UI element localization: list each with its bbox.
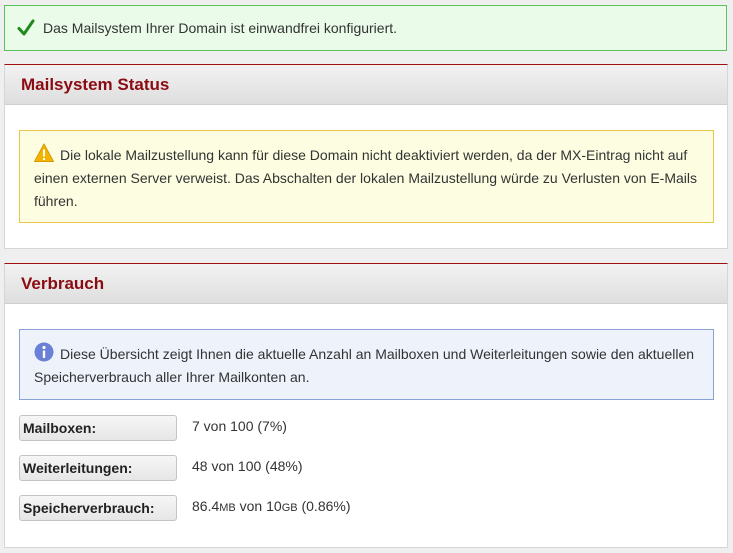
warning-box: Die lokale Mailzustellung kann für diese… (19, 130, 714, 223)
usage-row-mailboxes: Mailboxen: 7 von 100 (7%) (19, 415, 287, 441)
usage-row-storage: Speicherverbrauch: 86.4MB von 10GB (0.86… (19, 495, 351, 521)
usage-panel-title: Verbrauch (21, 273, 105, 293)
storage-value: 86.4MB von 10GB (0.86%) (192, 498, 351, 514)
success-message: Das Mailsystem Ihrer Domain ist einwandf… (43, 20, 398, 36)
success-banner: Das Mailsystem Ihrer Domain ist einwandf… (4, 5, 727, 51)
warning-triangle-icon (34, 143, 54, 162)
info-circle-icon (34, 342, 54, 362)
info-text: Diese Übersicht zeigt Ihnen die aktuelle… (34, 346, 695, 385)
storage-total: von 10 (235, 498, 282, 514)
check-icon (17, 19, 35, 36)
mailboxes-value: 7 von 100 (7%) (192, 418, 287, 434)
forwardings-value: 48 von 100 (48%) (192, 458, 303, 474)
storage-total-unit: GB (281, 502, 298, 514)
storage-used: 86.4 (192, 498, 220, 514)
status-panel-header: Mailsystem Status (5, 65, 727, 105)
storage-label: Speicherverbrauch: (19, 495, 177, 521)
info-box: Diese Übersicht zeigt Ihnen die aktuelle… (19, 329, 714, 400)
usage-row-forwardings: Weiterleitungen: 48 von 100 (48%) (19, 455, 303, 481)
storage-percent: (0.86%) (297, 498, 351, 514)
usage-panel-header: Verbrauch (5, 264, 727, 304)
status-panel-title: Mailsystem Status (21, 74, 170, 94)
status-panel: Mailsystem Status Die lokale Mailzustell… (4, 64, 728, 249)
storage-used-unit: MB (219, 502, 236, 514)
warning-text: Die lokale Mailzustellung kann für diese… (34, 147, 698, 209)
mailboxes-label: Mailboxen: (19, 415, 177, 441)
forwardings-label: Weiterleitungen: (19, 455, 177, 481)
usage-panel: Verbrauch Diese Übersicht zeigt Ihnen di… (4, 263, 728, 548)
